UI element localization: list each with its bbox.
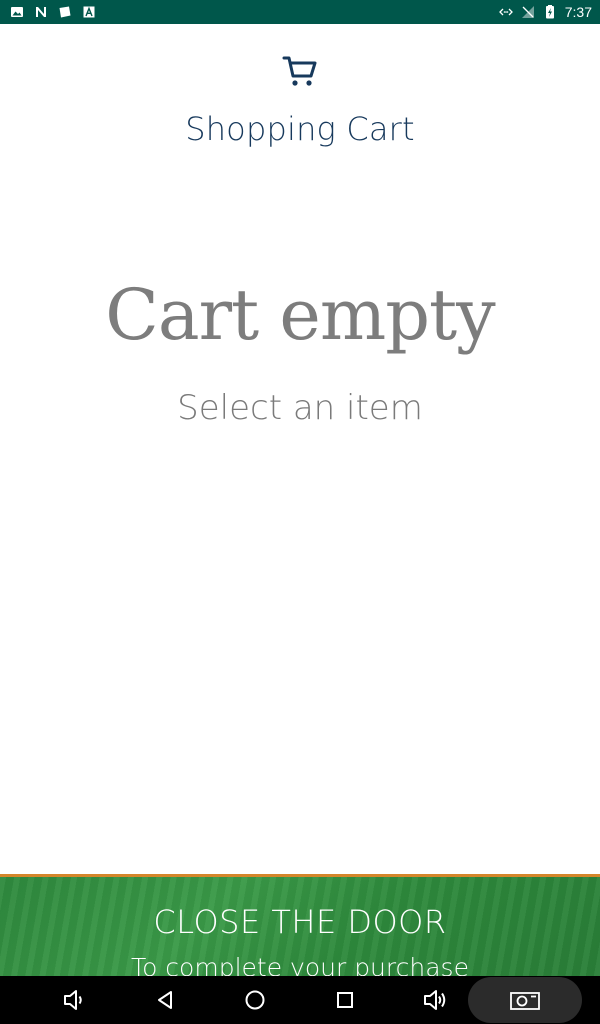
note-icon [58, 5, 72, 19]
volume-up-icon[interactable] [405, 976, 465, 1024]
n-app-icon [34, 5, 48, 19]
home-icon[interactable] [225, 976, 285, 1024]
status-bar-system: 7:37 [498, 4, 592, 20]
recents-icon[interactable] [315, 976, 375, 1024]
data-transfer-icon [498, 5, 513, 19]
back-icon[interactable] [135, 976, 195, 1024]
status-bar-notifications [10, 5, 96, 19]
empty-cart-subtitle: Select an item [177, 388, 423, 428]
status-time: 7:37 [564, 4, 592, 20]
status-bar: 7:37 [0, 0, 600, 24]
screenshot-icon [509, 989, 541, 1011]
empty-cart-heading: Cart empty [105, 274, 495, 356]
volume-down-icon[interactable] [44, 976, 104, 1024]
gallery-icon [10, 5, 24, 19]
banner-title: CLOSE THE DOOR [153, 903, 447, 941]
screenshot-button[interactable] [468, 977, 582, 1023]
cart-icon [282, 54, 318, 88]
no-signal-icon [521, 5, 535, 19]
close-door-banner: CLOSE THE DOOR To complete your purchase [0, 874, 600, 976]
battery-charging-icon [543, 5, 557, 19]
a-app-icon [82, 5, 96, 19]
navigation-bar [0, 976, 600, 1024]
banner-subtitle: To complete your purchase [131, 953, 469, 976]
page-title: Shopping Cart [185, 110, 415, 148]
